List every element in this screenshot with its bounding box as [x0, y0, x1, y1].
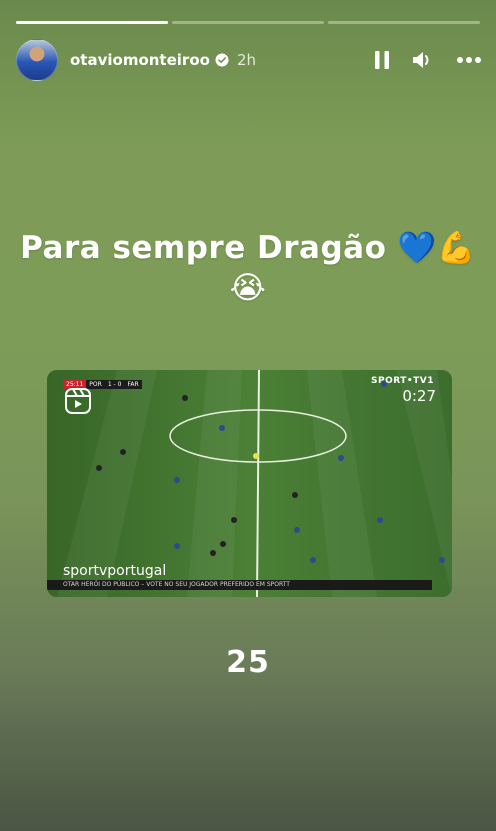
story-caption: Para sempre Dragão 💙💪 😭: [0, 228, 496, 308]
reel-icon: [65, 388, 91, 414]
avatar[interactable]: [16, 39, 58, 81]
progress-segment: [172, 21, 324, 24]
volume-icon[interactable]: [412, 50, 434, 70]
story-timestamp: 2h: [236, 51, 256, 69]
video-timer: 0:27: [402, 387, 436, 405]
verified-badge-icon: [215, 53, 229, 67]
pause-icon[interactable]: [374, 50, 390, 70]
score-value: 1 - 0: [104, 380, 125, 389]
video-source-label[interactable]: sportvportugal: [63, 563, 166, 579]
progress-segment: [16, 21, 168, 24]
story-progress-bar: [16, 21, 480, 24]
caption-line: Para sempre Dragão 💙💪: [20, 230, 476, 266]
caption-line: 😭: [229, 270, 267, 306]
progress-segment: [328, 21, 480, 24]
username[interactable]: otaviomonteiroo: [70, 51, 210, 69]
embedded-video[interactable]: 25:11 POR 1 - 0 FAR SPORT•TV1 0:27 sport…: [47, 370, 452, 597]
story-header: otaviomonteiroo 2h: [16, 39, 482, 81]
progress-fill: [16, 21, 168, 24]
channel-logo: SPORT•TV1: [370, 376, 434, 386]
score-away: FAR: [124, 380, 142, 389]
more-icon[interactable]: [456, 56, 482, 64]
number-sticker: 25: [226, 645, 270, 680]
story-viewer[interactable]: otaviomonteiroo 2h Para sempre Dragão 💙💪…: [0, 0, 496, 831]
news-ticker: OTAR HERÓI DO PÚBLICO – VOTE NO SEU JOGA…: [47, 580, 432, 590]
